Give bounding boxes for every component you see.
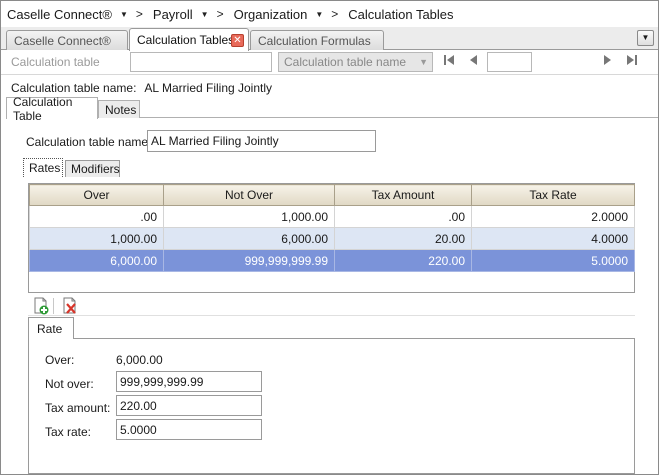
breadcrumb-payroll-label: Payroll — [152, 6, 193, 22]
next-record-icon[interactable] — [599, 54, 615, 70]
document-tabstrip: Caselle Connect® Calculation Tables ✕ Ca… — [1, 27, 658, 51]
tab-calculation-formulas[interactable]: Calculation Formulas — [250, 30, 384, 50]
breadcrumb-separator-icon: > — [216, 7, 224, 21]
rates-table: Over Not Over Tax Amount Tax Rate .00 1,… — [29, 184, 635, 272]
app-window: Caselle Connect® ▼ > Payroll ▼ > Organiz… — [0, 0, 659, 475]
column-header-over[interactable]: Over — [29, 184, 164, 206]
previous-record-icon[interactable] — [466, 54, 482, 70]
breadcrumb-organization-label: Organization — [233, 6, 308, 22]
over-label: Over: — [45, 353, 75, 367]
table-header-row: Over Not Over Tax Amount Tax Rate — [29, 184, 635, 206]
detail-tabs: Rate — [28, 317, 635, 340]
cell-over[interactable]: 6,000.00 — [29, 249, 164, 272]
column-header-tax-amount[interactable]: Tax Amount — [334, 184, 472, 206]
section-tabs: Calculation Table Notes — [6, 95, 658, 123]
select-placeholder: Calculation table name — [284, 55, 407, 69]
record-header-value: AL Married Filing Jointly — [144, 81, 273, 95]
calculation-table-name-select[interactable]: Calculation table name ▼ — [278, 52, 433, 72]
cell-not-over[interactable]: 1,000.00 — [163, 205, 335, 228]
cell-not-over[interactable]: 6,000.00 — [163, 227, 335, 250]
breadcrumb-separator-icon: > — [331, 7, 339, 21]
table-row[interactable]: .00 1,000.00 .00 2.0000 — [29, 205, 635, 228]
not-over-field[interactable]: 999,999,999.99 — [116, 371, 262, 392]
column-header-not-over[interactable]: Not Over — [163, 184, 335, 206]
breadcrumb-separator-icon: > — [135, 7, 143, 21]
breadcrumb-home-label: Caselle Connect® — [7, 6, 112, 22]
breadcrumb-organization[interactable]: Organization — [234, 7, 308, 22]
delete-row-icon[interactable] — [61, 297, 79, 315]
name-field-label: Calculation table name: — [26, 135, 152, 149]
tab-label: Calculation Tables — [137, 33, 235, 47]
chevron-down-icon: ▼ — [641, 33, 650, 42]
breadcrumb: Caselle Connect® ▼ > Payroll ▼ > Organiz… — [1, 1, 658, 27]
add-row-icon[interactable] — [32, 297, 50, 315]
breadcrumb-current-label: Calculation Tables — [348, 6, 454, 22]
tab-list-dropdown-button[interactable]: ▼ — [637, 30, 654, 46]
record-header: Calculation table name: AL Married Filing… — [11, 81, 272, 95]
breadcrumb-home[interactable]: Caselle Connect® — [7, 7, 112, 22]
tab-label: Calculation Table — [13, 94, 73, 123]
calculation-table-panel: Calculation table name: AL Married Filin… — [6, 118, 658, 474]
record-header-label: Calculation table name: — [11, 81, 137, 95]
tab-label: Rate — [37, 322, 63, 336]
chevron-down-icon: ▼ — [419, 57, 428, 67]
chevron-down-icon[interactable]: ▼ — [315, 10, 323, 19]
tab-label: Modifiers — [71, 162, 120, 176]
not-over-label: Not over: — [45, 377, 94, 391]
tab-rate[interactable]: Rate — [28, 317, 74, 340]
cell-over[interactable]: .00 — [29, 205, 164, 228]
table-row[interactable]: 1,000.00 6,000.00 20.00 4.0000 — [29, 227, 635, 250]
tab-calculation-tables[interactable]: Calculation Tables ✕ — [129, 28, 249, 51]
tab-modifiers[interactable]: Modifiers — [65, 160, 120, 177]
rates-grid: Over Not Over Tax Amount Tax Rate .00 1,… — [28, 183, 635, 293]
breadcrumb-current: Calculation Tables — [348, 7, 453, 22]
tab-caselle-connect[interactable]: Caselle Connect® — [6, 30, 128, 50]
tab-label: Rates — [29, 161, 61, 175]
last-record-icon[interactable] — [624, 54, 640, 70]
toolbar-separator — [53, 298, 54, 314]
cell-tax-amount[interactable]: .00 — [334, 205, 472, 228]
tax-amount-label: Tax amount: — [45, 401, 111, 415]
calculation-table-name-field[interactable]: AL Married Filing Jointly — [147, 130, 376, 152]
cell-not-over[interactable]: 999,999,999.99 — [163, 249, 335, 272]
table-row-selected[interactable]: 6,000.00 999,999,999.99 220.00 5.0000 — [29, 249, 635, 272]
tab-label: Caselle Connect® — [14, 33, 111, 48]
tab-notes[interactable]: Notes — [98, 100, 140, 118]
cell-over[interactable]: 1,000.00 — [29, 227, 164, 250]
cell-tax-rate[interactable]: 5.0000 — [471, 249, 635, 272]
tab-label: Notes — [105, 102, 137, 117]
grid-toolbar — [28, 295, 635, 316]
over-value: 6,000.00 — [116, 353, 163, 367]
column-header-tax-rate[interactable]: Tax Rate — [471, 184, 635, 206]
close-icon[interactable]: ✕ — [231, 34, 244, 47]
tax-rate-field[interactable]: 5.0000 — [116, 419, 262, 440]
cell-tax-rate[interactable]: 2.0000 — [471, 205, 635, 228]
first-record-icon[interactable] — [441, 54, 457, 70]
tab-calculation-table[interactable]: Calculation Table — [6, 95, 98, 123]
cell-tax-rate[interactable]: 4.0000 — [471, 227, 635, 250]
calculation-table-input[interactable] — [130, 52, 272, 72]
tab-label: Calculation Formulas — [258, 33, 371, 48]
tax-amount-field[interactable]: 220.00 — [116, 395, 262, 416]
chevron-down-icon[interactable]: ▼ — [120, 10, 128, 19]
record-number-input[interactable] — [487, 52, 532, 72]
tab-rates[interactable]: Rates — [23, 158, 63, 177]
rate-detail-panel: Over: 6,000.00 Not over: 999,999,999.99 … — [28, 339, 635, 474]
cell-tax-amount[interactable]: 220.00 — [334, 249, 472, 272]
calculation-table-label: Calculation table — [11, 55, 100, 69]
cell-tax-amount[interactable]: 20.00 — [334, 227, 472, 250]
lookup-toolbar: Calculation table Calculation table name… — [1, 50, 658, 75]
tax-rate-label: Tax rate: — [45, 425, 92, 439]
breadcrumb-payroll[interactable]: Payroll — [153, 7, 193, 22]
chevron-down-icon[interactable]: ▼ — [201, 10, 209, 19]
